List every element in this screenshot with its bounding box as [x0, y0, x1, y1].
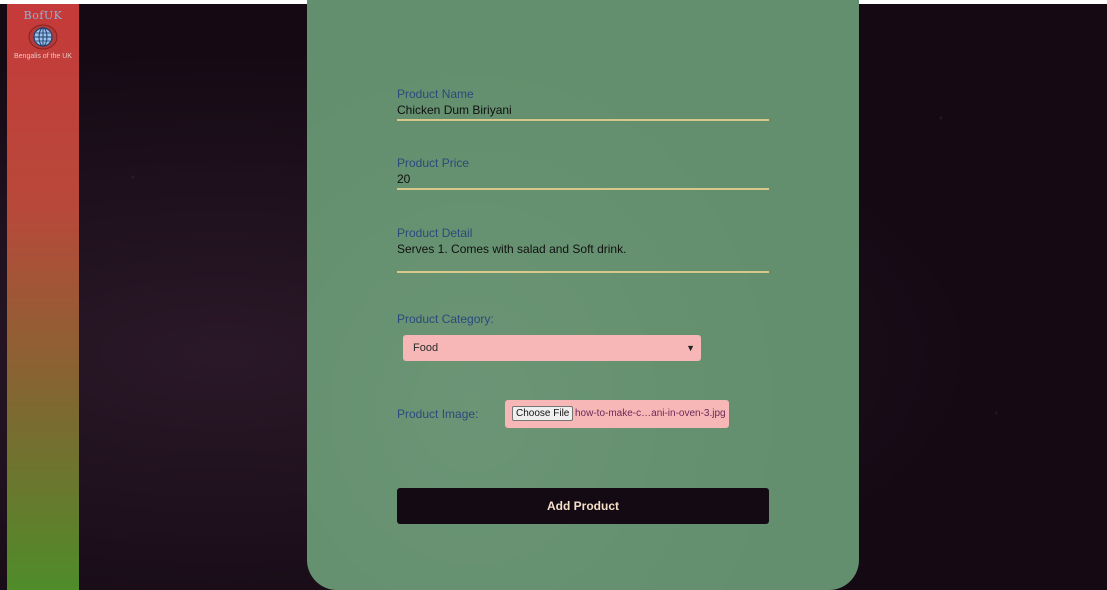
product-price-underline [397, 188, 769, 190]
product-name-label: Product Name [397, 87, 474, 101]
sidebar: BofUK Bengalis of the UK [7, 4, 79, 590]
product-category-select[interactable]: Food ▼ [403, 335, 701, 361]
globe-icon [28, 24, 58, 50]
product-image-field: Product Image: [397, 407, 497, 421]
product-name-field[interactable]: Product Name Chicken Dum Biriyani [397, 87, 769, 123]
product-detail-textarea[interactable]: Serves 1. Comes with salad and Soft drin… [397, 242, 769, 256]
product-name-underline [397, 119, 769, 121]
page: BofUK Bengalis of the UK Product Name Ch… [0, 0, 1107, 590]
product-image-label: Product Image: [397, 407, 479, 421]
product-image-input[interactable]: Choose File how-to-make-c…ani-in-oven-3.… [505, 400, 729, 428]
logo-title: BofUK [23, 9, 63, 22]
product-detail-label: Product Detail [397, 226, 473, 240]
product-price-label: Product Price [397, 156, 470, 170]
product-category-selected: Food [413, 342, 439, 354]
product-category-label: Product Category: [397, 312, 494, 326]
product-price-field[interactable]: Product Price 20 [397, 156, 769, 192]
product-price-input[interactable]: 20 [397, 172, 769, 186]
logo-subtitle: Bengalis of the UK [14, 53, 72, 60]
product-detail-underline [397, 271, 769, 273]
chevron-down-icon: ▼ [686, 343, 695, 353]
choose-file-button[interactable]: Choose File [512, 406, 574, 421]
site-logo[interactable]: BofUK Bengalis of the UK [7, 10, 79, 61]
product-name-input[interactable]: Chicken Dum Biriyani [397, 103, 769, 117]
product-category-field: Product Category: [397, 312, 769, 326]
selected-file-name: how-to-make-c…ani-in-oven-3.jpg [575, 408, 726, 419]
add-product-button[interactable]: Add Product [397, 488, 769, 524]
product-detail-field[interactable]: Product Detail Serves 1. Comes with sala… [397, 226, 769, 276]
